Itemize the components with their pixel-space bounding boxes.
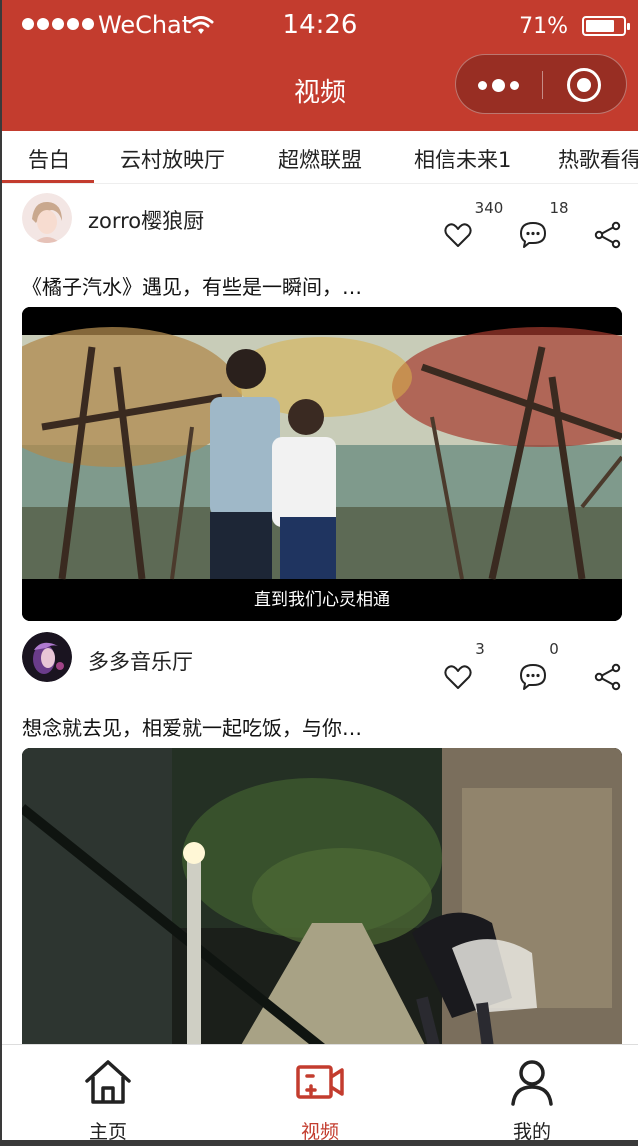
mini-program-capsule <box>455 54 627 114</box>
home-icon <box>85 1060 131 1104</box>
tab-gaobai[interactable]: 告白 <box>28 144 70 174</box>
battery-percent: 71% <box>519 14 568 39</box>
share-icon[interactable] <box>593 662 623 692</box>
tab-xiangxin[interactable]: 相信未来1 <box>414 144 511 174</box>
bottom-tab-bar: 主页 视频 我的 <box>2 1044 638 1140</box>
author-name[interactable]: 多多音乐厅 <box>88 646 193 676</box>
video-player[interactable] <box>22 748 622 1044</box>
tab-chaoran[interactable]: 超燃联盟 <box>278 144 362 174</box>
comment-count: 0 <box>549 640 559 658</box>
tabbar-label: 视频 <box>300 1121 339 1140</box>
category-tabs: 告白 云村放映厅 超燃联盟 相信未来1 热歌看得 <box>2 131 638 184</box>
tabbar-label: 我的 <box>512 1121 551 1140</box>
tab-yuncun[interactable]: 云村放映厅 <box>120 144 225 174</box>
status-bar: WeChat 14:26 71% <box>2 0 638 52</box>
capsule-divider <box>542 71 543 99</box>
comment-icon[interactable] <box>518 662 548 692</box>
tabbar-item-me[interactable]: 我的 <box>426 1045 638 1140</box>
heart-icon[interactable] <box>443 662 473 692</box>
post-description[interactable]: 想念就去见，相爱就一起吃饭，与你… <box>22 712 362 741</box>
phone-screen: WeChat 14:26 71% 视频 告白 云村放映厅 超燃联盟 相信未来1 … <box>2 0 638 1140</box>
video-thumbnail: 直到我们心灵相通 <box>22 307 622 621</box>
author-name[interactable]: zorro樱狼厨 <box>88 205 204 235</box>
close-mini-program-icon[interactable] <box>567 68 601 102</box>
tabbar-label: 主页 <box>88 1121 127 1140</box>
battery-icon <box>582 16 630 36</box>
avatar[interactable] <box>22 193 72 243</box>
comment-icon[interactable] <box>518 220 548 250</box>
more-menu-icon[interactable] <box>478 79 519 92</box>
video-player[interactable]: 直到我们心灵相通 <box>22 307 622 621</box>
video-thumbnail <box>22 748 622 1044</box>
like-count: 3 <box>475 640 485 658</box>
video-icon <box>296 1065 344 1099</box>
header: WeChat 14:26 71% 视频 <box>2 0 638 131</box>
heart-icon[interactable] <box>443 220 473 250</box>
post-description[interactable]: 《橘子汽水》遇见，有些是一瞬间，… <box>22 271 362 300</box>
user-icon <box>511 1060 553 1106</box>
tabbar-item-home[interactable]: 主页 <box>2 1045 214 1140</box>
video-feed[interactable]: zorro樱狼厨 340 18 《橘子汽水》遇见，有些是一瞬间，… 直到我们心灵… <box>2 183 638 1044</box>
avatar[interactable] <box>22 632 72 682</box>
like-count: 340 <box>474 199 504 217</box>
tab-rege[interactable]: 热歌看得 <box>558 144 638 174</box>
video-subtitle: 直到我们心灵相通 <box>254 590 390 610</box>
share-icon[interactable] <box>593 220 623 250</box>
comment-count: 18 <box>549 199 569 217</box>
tabbar-item-video[interactable]: 视频 <box>214 1045 426 1140</box>
